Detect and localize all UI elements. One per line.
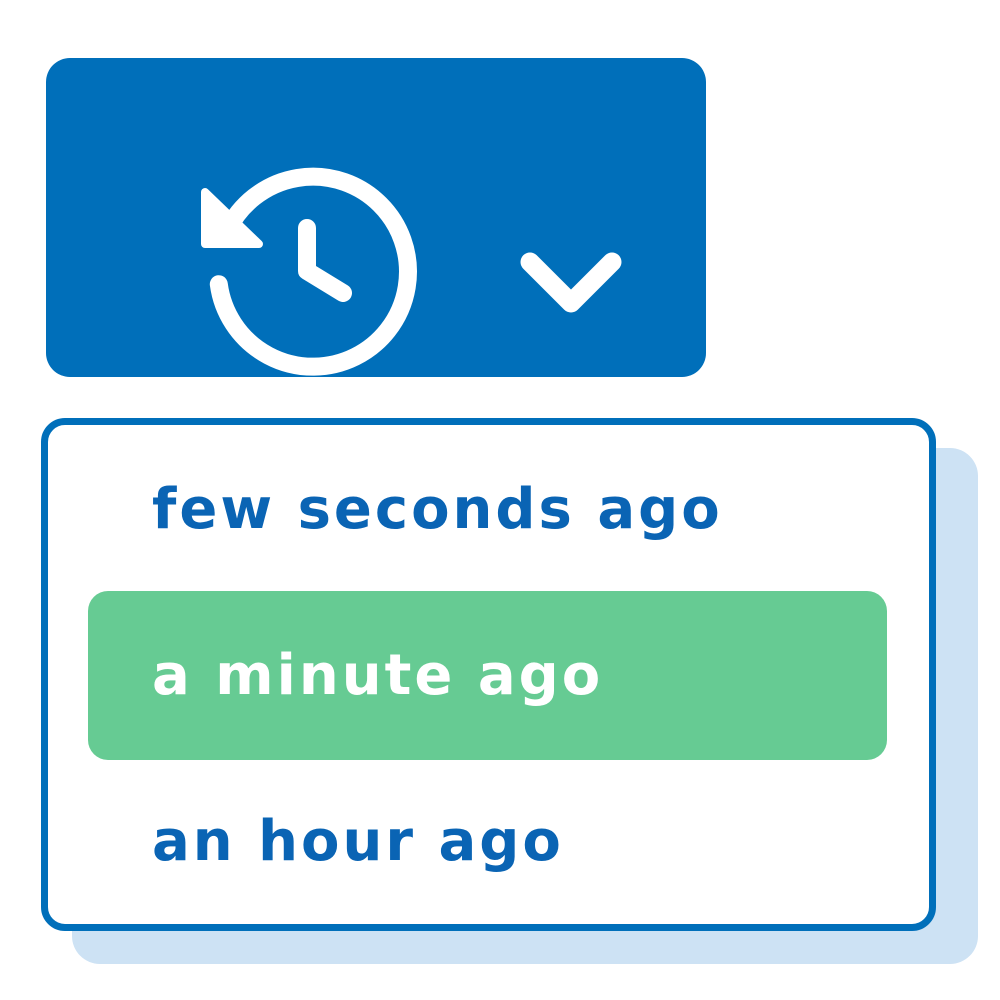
dropdown-menu: few seconds ago a minute ago an hour ago (41, 418, 936, 931)
menu-item-label: a minute ago (152, 643, 604, 708)
menu-item-few-seconds-ago[interactable]: few seconds ago (88, 425, 887, 594)
menu-item-label: few seconds ago (152, 477, 723, 542)
history-dropdown-button[interactable] (46, 58, 706, 377)
menu-item-label: an hour ago (152, 809, 564, 874)
menu-item-a-minute-ago[interactable]: a minute ago (88, 591, 887, 760)
chevron-down-icon (520, 252, 622, 313)
menu-item-an-hour-ago[interactable]: an hour ago (88, 757, 887, 926)
history-icon (201, 167, 417, 376)
history-picker: few seconds ago a minute ago an hour ago (0, 0, 1000, 1000)
